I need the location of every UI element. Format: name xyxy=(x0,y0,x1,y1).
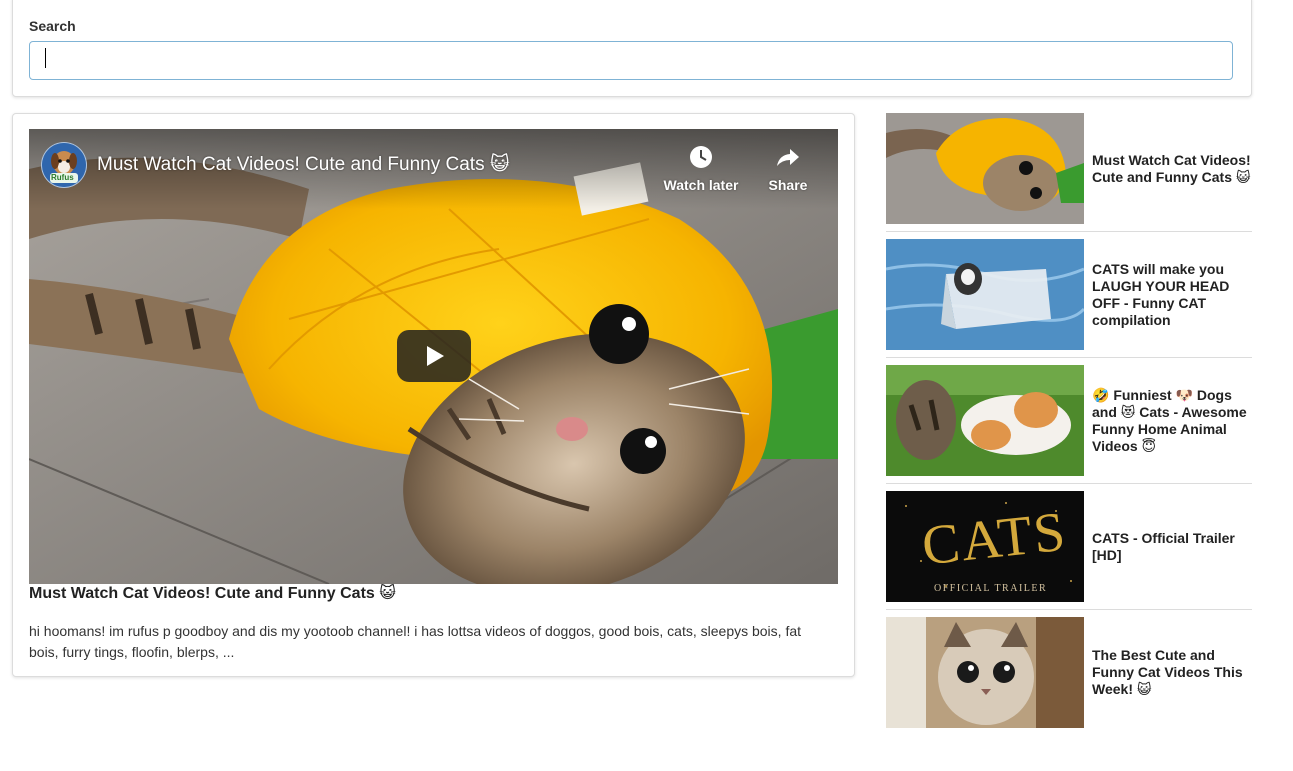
related-video-title[interactable]: 🤣 Funniest 🐶 Dogs and 😻 Cats - Awesome F… xyxy=(1092,365,1252,476)
share-label: Share xyxy=(768,177,808,193)
text-caret xyxy=(45,48,46,68)
video-title: Must Watch Cat Videos! Cute and Funny Ca… xyxy=(29,585,396,602)
list-item[interactable]: Must Watch Cat Videos! Cute and Funny Ca… xyxy=(886,113,1252,232)
search-input[interactable] xyxy=(29,41,1233,80)
video-thumbnail[interactable] xyxy=(886,113,1084,224)
channel-avatar[interactable]: Rufus xyxy=(41,142,87,188)
watch-later-button[interactable]: Watch later xyxy=(658,143,744,193)
list-item[interactable]: The Best Cute and Funny Cat Videos This … xyxy=(886,617,1252,735)
search-card: Search xyxy=(12,0,1252,97)
video-thumbnail[interactable] xyxy=(886,239,1084,350)
watch-later-label: Watch later xyxy=(663,177,739,193)
related-video-title[interactable]: The Best Cute and Funny Cat Videos This … xyxy=(1092,617,1252,728)
video-description: hi hoomans! im rufus p goodboy and dis m… xyxy=(29,623,802,660)
list-item[interactable]: CATS OFFICIAL TRAILER CATS - Official Tr… xyxy=(886,491,1252,610)
player-video-title[interactable]: Must Watch Cat Videos! Cute and Funny Ca… xyxy=(97,153,510,176)
video-thumbnail[interactable] xyxy=(886,617,1084,728)
search-label: Search xyxy=(29,18,76,34)
video-player[interactable]: Rufus Must Watch Cat Videos! Cute and Fu… xyxy=(29,129,838,584)
list-item[interactable]: CATS will make you LAUGH YOUR HEAD OFF -… xyxy=(886,239,1252,358)
related-videos-list: Must Watch Cat Videos! Cute and Funny Ca… xyxy=(886,113,1252,742)
related-video-title[interactable]: CATS will make you LAUGH YOUR HEAD OFF -… xyxy=(1092,239,1252,350)
share-arrow-icon xyxy=(745,143,831,171)
share-button[interactable]: Share xyxy=(745,143,831,193)
play-icon xyxy=(427,346,444,366)
video-thumbnail[interactable] xyxy=(886,365,1084,476)
channel-avatar-text: Rufus xyxy=(51,173,74,182)
video-thumbnail[interactable]: CATS OFFICIAL TRAILER xyxy=(886,491,1084,602)
trailer-thumbnail-subtitle: OFFICIAL TRAILER xyxy=(934,583,1048,594)
related-video-title[interactable]: CATS - Official Trailer [HD] xyxy=(1092,491,1252,602)
play-button[interactable] xyxy=(397,330,471,382)
related-video-title[interactable]: Must Watch Cat Videos! Cute and Funny Ca… xyxy=(1092,113,1252,224)
list-item[interactable]: 🤣 Funniest 🐶 Dogs and 😻 Cats - Awesome F… xyxy=(886,365,1252,484)
video-card: Rufus Must Watch Cat Videos! Cute and Fu… xyxy=(12,113,855,677)
clock-icon xyxy=(658,143,744,171)
